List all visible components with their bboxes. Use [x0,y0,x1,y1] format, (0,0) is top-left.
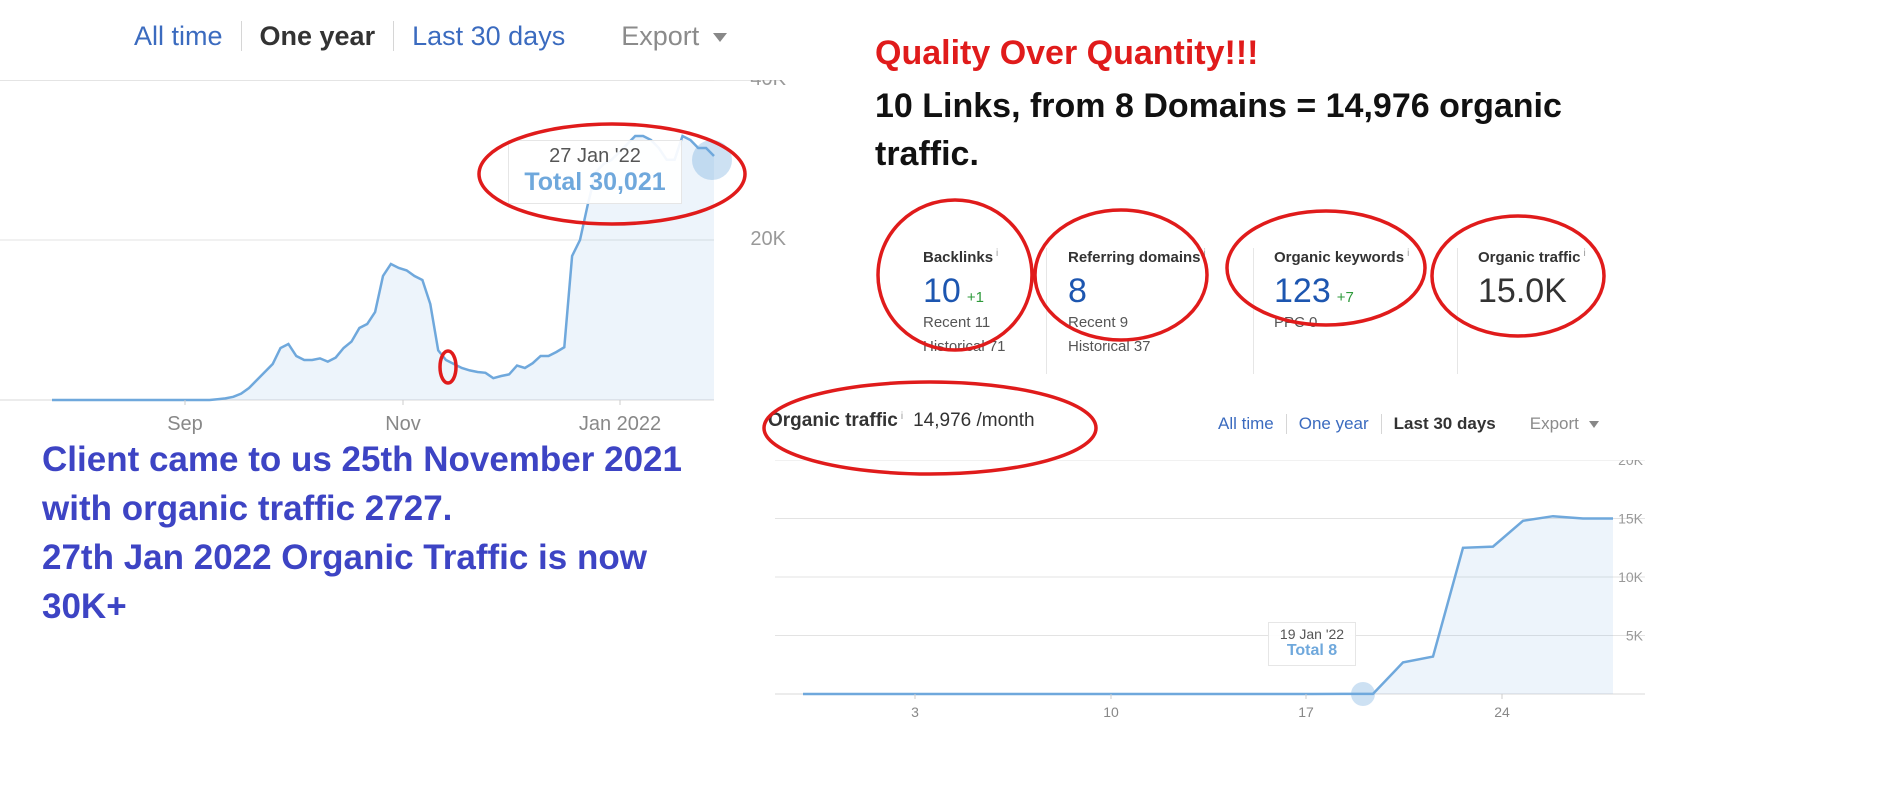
info-icon[interactable]: i [1407,248,1409,259]
info-icon[interactable]: i [901,411,903,422]
metric-organic-keywords: Organic keywords i 123 +7 PPC 0 [1274,248,1409,335]
right-range-tabs: All time One year Last 30 days Export [1218,414,1599,434]
tab-last-30-days[interactable]: Last 30 days [412,21,565,52]
metric-organic-traffic: Organic traffic i 15.0K [1478,248,1586,311]
left-range-tabs: All time One year Last 30 days Export [0,8,780,64]
organic-traffic-label: Organic traffic [768,410,898,431]
tab-one-year[interactable]: One year [260,21,376,52]
metric-value[interactable]: 8 [1068,272,1087,310]
right-traffic-chart: 5K 10K 15K 20K 3 10 17 24 [775,460,1645,720]
metric-delta: +7 [1336,289,1354,306]
chevron-down-icon [1588,421,1599,429]
organic-traffic-value: 14,976 /month [913,410,1035,431]
headline-summary: 10 Links, from 8 Domains = 14,976 organi… [875,87,1562,173]
x-tick-label: 24 [1494,704,1510,720]
metric-backlinks: Backlinks i 10 +1 Recent 11 Historical 71 [923,248,1006,359]
export-label: Export [1529,414,1579,433]
x-tick-label: 17 [1298,704,1314,720]
info-icon[interactable]: i [1204,248,1206,259]
caption-line: 30K+ [42,587,127,626]
metric-divider [1046,248,1047,374]
x-tick-label: Nov [385,413,421,435]
metric-recent: Recent 9 [1068,314,1129,331]
y-tick-label: 5K [1626,628,1644,644]
tooltip-total: Total 30,021 [524,168,666,196]
metric-value: 15.0K [1478,272,1567,310]
info-icon[interactable]: i [1584,248,1586,259]
client-caption: Client came to us 25th November 2021 wit… [42,435,762,631]
tab-one-year[interactable]: One year [1299,414,1369,434]
x-tick-label: 10 [1103,704,1119,720]
metric-label: Backlinks [923,249,994,266]
left-chart-tooltip: 27 Jan '22 Total 30,021 [508,140,682,204]
export-dropdown[interactable]: Export [1530,414,1599,434]
metric-referring-domains: Referring domains i 8 Recent 9 Historical… [1068,248,1206,359]
tooltip-date: 19 Jan '22 [1279,626,1345,642]
y-tick-label: 40K [750,80,786,90]
series-area [803,516,1613,694]
metric-historical: Historical 71 [923,338,1006,355]
tooltip-total: Total 8 [1286,642,1338,659]
hover-point [692,140,732,180]
x-tick-label: 3 [911,704,919,720]
caption-line: Client came to us 25th November 2021 [42,440,682,479]
tab-last-30-days[interactable]: Last 30 days [1394,414,1496,434]
tab-divider [393,21,395,51]
metric-label: Organic traffic [1478,249,1581,266]
metric-divider [1457,248,1458,374]
left-traffic-chart: 20K 40K Sep Nov Jan 2022 [0,80,787,435]
tab-divider [1285,414,1287,434]
metric-delta: +1 [966,289,984,306]
y-tick-label: 20K [1618,460,1644,468]
metric-ppc: PPC 0 [1274,314,1318,331]
caption-line: 27th Jan 2022 Organic Traffic is now [42,538,647,577]
y-tick-label: 20K [750,228,786,250]
metric-value[interactable]: 123 [1274,272,1331,310]
metric-value[interactable]: 10 [923,272,961,310]
metric-divider [1253,248,1254,374]
tab-all-time[interactable]: All time [1218,414,1274,434]
right-chart-tooltip: 19 Jan '22 Total 8 [1268,622,1356,666]
export-label: Export [621,20,700,51]
info-icon[interactable]: i [996,248,998,259]
y-tick-label: 10K [1618,569,1644,585]
organic-traffic-header: Organic traffic i 14,976 /month [768,410,1035,432]
metric-label: Referring domains [1068,249,1201,266]
chevron-down-icon [713,32,728,42]
metric-label: Organic keywords [1274,249,1405,266]
tooltip-date: 27 Jan '22 [549,145,641,167]
x-tick-label: Sep [167,413,203,435]
tab-all-time[interactable]: All time [134,21,223,52]
tab-divider [240,21,242,51]
headline-quality: Quality Over Quantity!!! [875,34,1259,72]
caption-line: with organic traffic 2727. [42,489,453,528]
metric-recent: Recent 11 [923,314,991,331]
y-tick-label: 15K [1618,511,1644,527]
hover-point [1351,682,1375,706]
metric-historical: Historical 37 [1068,338,1151,355]
export-dropdown[interactable]: Export [621,20,728,52]
tab-divider [1380,414,1382,434]
x-tick-label: Jan 2022 [579,413,661,435]
